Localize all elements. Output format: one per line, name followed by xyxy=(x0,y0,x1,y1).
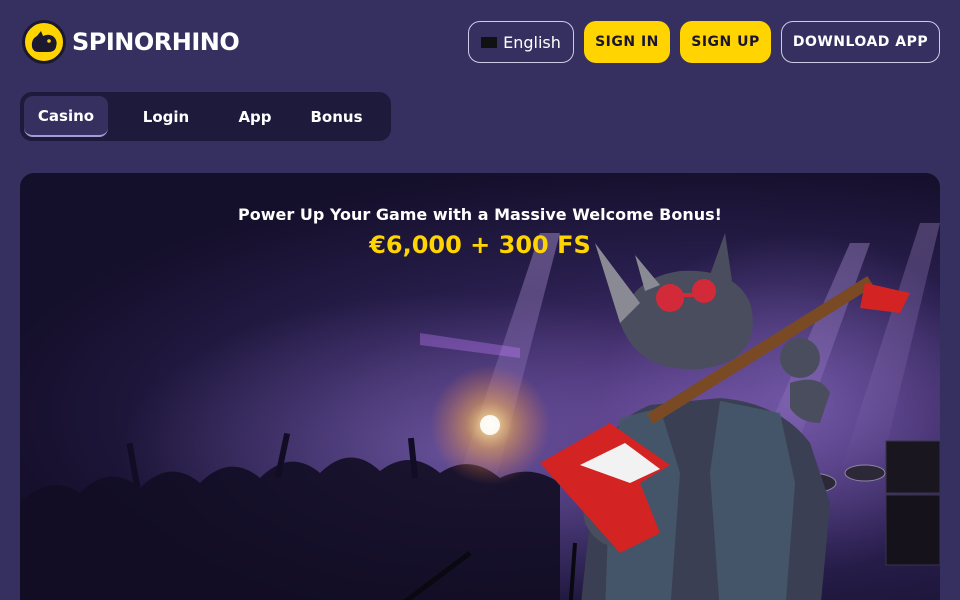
sign-in-button[interactable]: SIGN IN xyxy=(584,21,670,63)
flag-icon xyxy=(481,36,498,48)
tab-casino[interactable]: Casino xyxy=(24,96,108,137)
nav-tabs: Casino Login App Bonus xyxy=(20,92,391,141)
brand-logo[interactable]: SPINORHINO xyxy=(22,20,240,64)
tab-app[interactable]: App xyxy=(224,96,286,137)
tab-bonus[interactable]: Bonus xyxy=(286,96,387,137)
hero-title: Power Up Your Game with a Massive Welcom… xyxy=(238,205,722,224)
brand-name: SPINORHINO xyxy=(72,28,240,56)
bonus-amount: €6,000 + 300 FS xyxy=(369,231,591,259)
language-label: English xyxy=(503,32,561,52)
site-header: SPINORHINO English SIGN IN SIGN UP DOWNL… xyxy=(0,0,960,84)
download-app-button[interactable]: DOWNLOAD APP xyxy=(781,21,940,63)
sign-up-button[interactable]: SIGN UP xyxy=(680,21,771,63)
rhino-logo-icon xyxy=(22,20,66,64)
language-selector[interactable]: English xyxy=(468,21,574,63)
tab-login[interactable]: Login xyxy=(108,96,224,137)
hero-banner[interactable]: Power Up Your Game with a Massive Welcom… xyxy=(20,173,940,600)
